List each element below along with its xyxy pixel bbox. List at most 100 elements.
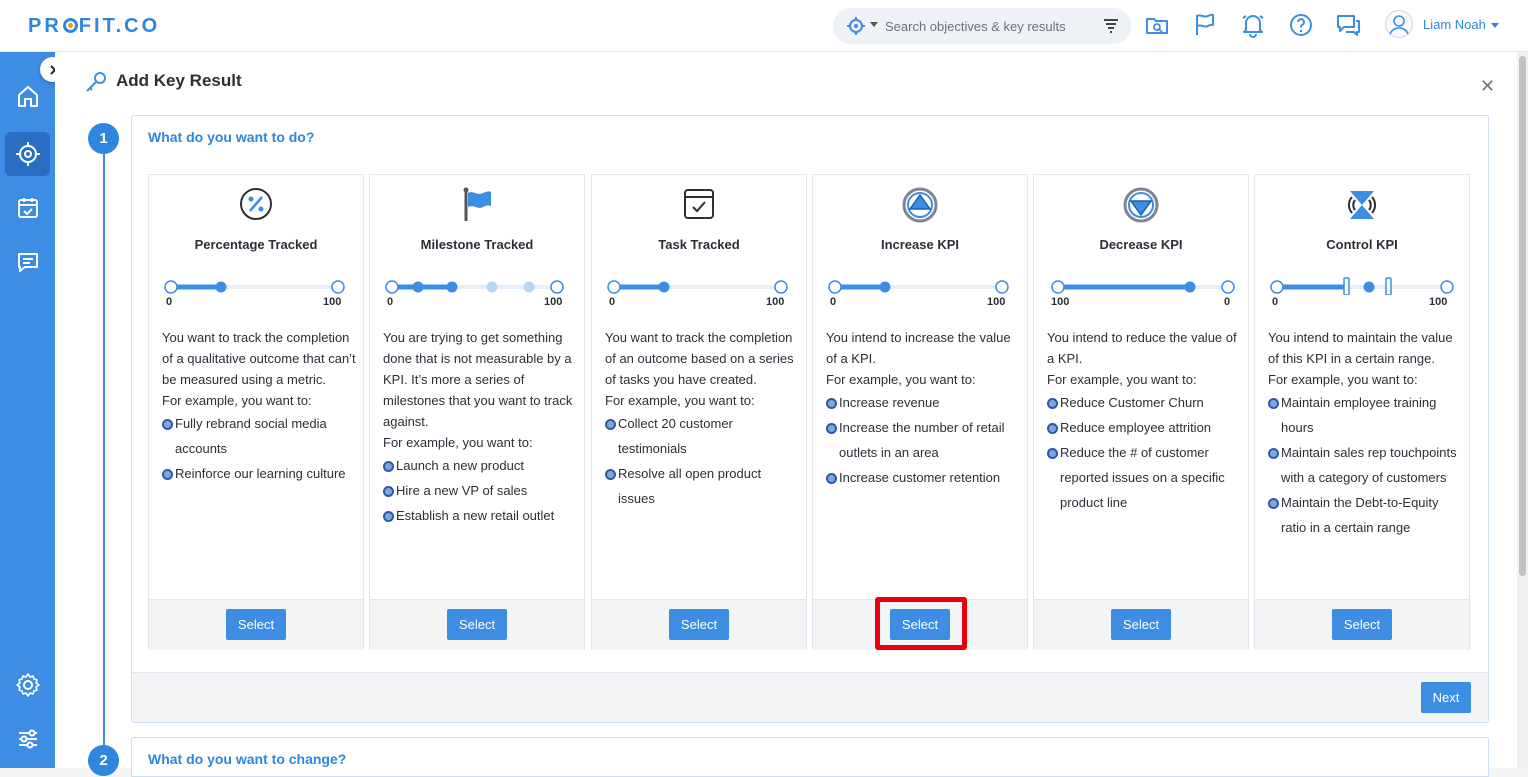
page-title: Add Key Result [116,71,242,90]
chevron-down-icon[interactable] [1491,23,1499,28]
card-example-item: Resolve all open product issues [605,461,800,511]
card-description-line: You intend to maintain the value of this… [1268,330,1453,366]
card-footer: Select [370,599,584,650]
filter-icon[interactable] [1103,17,1119,33]
sidebar-item-objectives[interactable] [5,132,50,176]
card-description-line: For example, you want to: [162,393,312,408]
chevron-down-icon[interactable] [870,22,878,27]
profit-co-logo[interactable]: PR FIT.CO [28,15,160,38]
card-slider-illustration: 0 100 [384,277,572,313]
message-icon [17,253,38,272]
sidebar-item-tasks[interactable] [5,186,50,230]
card-slider-illustration: 0 100 [827,277,1015,313]
user-icon [1389,15,1409,35]
home-icon [17,86,38,107]
card-example-item: Hire a new VP of sales [383,478,578,503]
card-title: Task Tracked [658,237,740,252]
search-input[interactable] [885,16,1095,36]
select-button-control-kpi[interactable]: Select [1332,609,1392,640]
scrollbar[interactable] [1517,52,1528,768]
card-example-item: Reinforce our learning culture [162,461,357,486]
card-description: You want to track the completion of an o… [605,327,800,511]
slider-start-label: 0 [830,296,837,308]
slider-start-label: 0 [609,296,616,308]
sliders-icon [18,729,37,749]
select-highlight-box [875,597,967,650]
sidebar-item-home[interactable] [5,74,50,118]
slider-end-label: 100 [544,296,563,308]
card-description: You intend to reduce the value of a KPI.… [1047,327,1242,515]
scrollbar-thumb[interactable] [1519,56,1526,576]
card-description-line: For example, you want to: [826,372,976,387]
card-slider-illustration: 0 100 [163,277,351,313]
select-button-percentage-tracked[interactable]: Select [226,609,286,640]
flag-icon [460,187,494,228]
step-number-2: 2 [88,745,119,776]
slider-start-label: 0 [166,296,173,308]
logo-text-pr: PR [28,15,62,37]
sidebar-item-settings[interactable] [5,663,50,707]
calendar-check-icon [17,198,38,218]
card-footer: Select [1034,599,1248,650]
decrease-icon [1123,187,1159,228]
card-title: Increase KPI [880,237,960,252]
card-description-line: For example, you want to: [1268,372,1418,387]
card-description-line: You intend to reduce the value of a KPI. [1047,330,1237,366]
sidebar-item-preferences[interactable] [5,717,50,761]
card-slider-illustration: 0 100 [1269,277,1457,313]
gear-icon [15,673,40,697]
card-example-item: Collect 20 customer testimonials [605,411,800,461]
card-slider-illustration: 100 0 [1048,277,1236,313]
folder-search-icon[interactable] [1144,12,1170,38]
close-icon[interactable]: ✕ [1480,76,1495,97]
help-icon[interactable] [1288,12,1314,38]
card-description: You intend to increase the value of a KP… [826,327,1021,490]
step-1-footer [132,672,1488,722]
card-task-tracked: Task Tracked 0 100 You want to track the co… [591,174,807,650]
card-example-item: Maintain employee training hours [1268,390,1463,440]
card-footer: Select [1255,599,1469,650]
card-milestone-tracked: Milestone Tracked 0 100 You are trying to g… [369,174,585,650]
card-example-item: Increase the number of retail outlets in… [826,415,1021,465]
card-description-line: For example, you want to: [605,393,755,408]
slider-start-label: 100 [1051,296,1070,308]
select-button-decrease-kpi[interactable]: Select [1111,609,1171,640]
avatar[interactable] [1385,10,1413,38]
card-footer: Select [149,599,363,650]
card-description-line: You are trying to get something done tha… [383,330,573,429]
flag-icon[interactable] [1192,12,1218,38]
increase-icon [902,187,938,228]
card-description-line: For example, you want to: [1047,372,1197,387]
step-2-question: What do you want to change? [148,751,347,767]
card-example-item: Reduce employee attrition [1047,415,1242,440]
target-icon[interactable] [847,17,865,35]
bell-icon[interactable] [1240,12,1266,38]
sidebar [0,52,55,768]
card-title: Decrease KPI [1099,237,1183,252]
card-description-line: You want to track the completion of a qu… [162,330,356,387]
select-button-milestone-tracked[interactable]: Select [447,609,507,640]
step-1-question: What do you want to do? [148,129,315,145]
card-example-item: Maintain sales rep touchpoints with a ca… [1268,440,1463,490]
next-button[interactable]: Next [1421,682,1471,713]
card-control-kpi: Control KPI 0 100 You intend to maintain th… [1254,174,1470,650]
target-icon [15,142,40,166]
card-example-item: Fully rebrand social media accounts [162,411,357,461]
chat-icon[interactable] [1335,12,1361,38]
slider-end-label: 0 [1224,296,1231,308]
user-name[interactable]: Liam Noah [1423,17,1486,32]
card-title: Percentage Tracked [194,237,318,252]
card-footer: Select [592,599,806,650]
select-button-task-tracked[interactable]: Select [669,609,729,640]
slider-start-label: 0 [1272,296,1279,308]
card-example-item: Reduce Customer Churn [1047,390,1242,415]
card-example-item: Increase revenue [826,390,1021,415]
sidebar-item-messages[interactable] [5,240,50,284]
slider-end-label: 100 [323,296,342,308]
percent-icon [239,187,273,226]
user-menu[interactable]: Liam Noah [1385,10,1505,40]
step-number-1: 1 [88,123,119,154]
card-example-item: Increase customer retention [826,465,1021,490]
card-description: You are trying to get something done tha… [383,327,578,528]
card-example-item: Reduce the # of customer reported issues… [1047,440,1242,515]
